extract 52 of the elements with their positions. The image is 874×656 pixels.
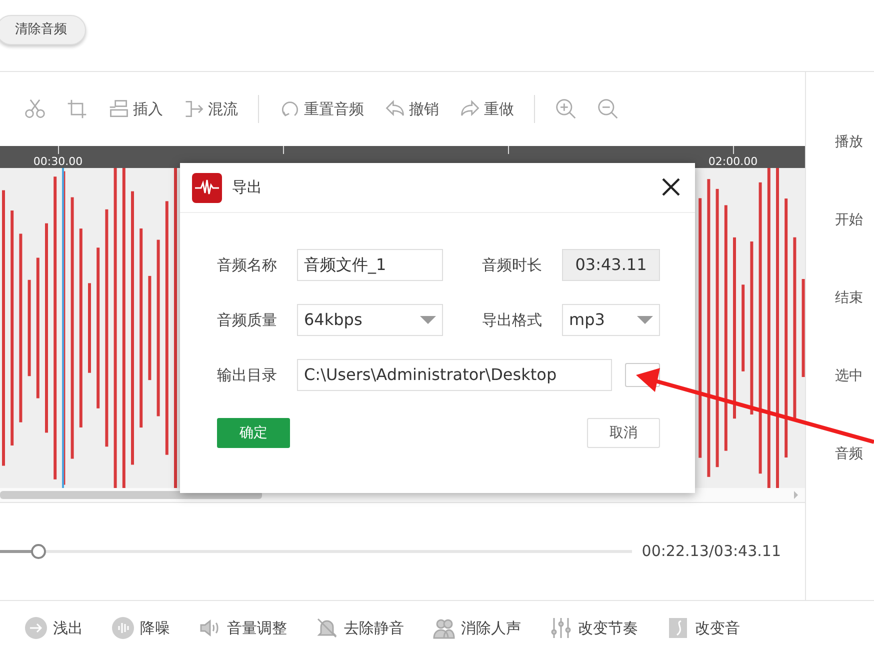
dropdown[interactable]: 64kbps — [297, 304, 443, 336]
pitch-icon — [666, 616, 690, 640]
field-label: 选中 — [835, 367, 863, 386]
field-label: 音频时长 — [482, 254, 543, 276]
field-label: 结束 — [835, 289, 863, 308]
undo-button[interactable]: 撤销 — [384, 98, 439, 120]
dropdown[interactable]: mp3 — [562, 304, 660, 336]
scrollbar-thumb[interactable] — [0, 491, 262, 499]
silence-button[interactable]: 去除静音 — [315, 616, 404, 640]
caret-icon — [420, 316, 436, 324]
zoom-in-icon[interactable] — [555, 98, 577, 120]
field-label: 音频质量 — [217, 310, 278, 331]
redo-button[interactable]: 重做 — [459, 98, 514, 120]
arrow-circle-icon — [24, 616, 48, 640]
clear-audio-button[interactable]: 清除音频 — [0, 15, 86, 44]
playback-time: 00:22.13/03:43.11 — [642, 541, 781, 562]
volume-button[interactable]: 音量调整 — [198, 616, 287, 640]
muted-bell-icon — [315, 616, 339, 640]
folder-path-field[interactable]: C:\Users\Administrator\Desktop — [297, 359, 612, 391]
sliders-icon — [549, 616, 573, 640]
zoom-out-icon[interactable] — [597, 98, 619, 120]
field-label: 导出格式 — [482, 310, 543, 331]
pitch-button[interactable]: 改变音 — [666, 616, 740, 640]
app-logo-icon — [192, 172, 222, 202]
time-label: 00:30.00 — [33, 154, 83, 170]
scroll-right-icon[interactable] — [793, 488, 799, 502]
reset-button[interactable]: 重置音频 — [279, 98, 364, 120]
merge-arrow-icon — [183, 98, 205, 120]
cancel-button[interactable]: 取消 — [587, 418, 660, 448]
dialog-title: 导出 — [232, 177, 262, 198]
slider-thumb[interactable] — [30, 544, 46, 559]
caret-icon — [637, 316, 653, 324]
mix-button[interactable]: 混流 — [183, 98, 238, 120]
crop-icon[interactable] — [66, 98, 88, 120]
insert-icon — [108, 98, 130, 120]
field-label: 音频名称 — [217, 254, 278, 276]
field-label: 音频 — [835, 445, 863, 464]
close-button[interactable] — [661, 177, 681, 198]
vocal-button[interactable]: 消除人声 — [432, 616, 521, 640]
field-label: 开始 — [835, 211, 863, 230]
insert-button[interactable]: 插入 — [108, 98, 163, 120]
sound-wave-circle-icon — [111, 616, 135, 640]
field-label: 输出目录 — [217, 364, 278, 386]
field-label: 播放 — [835, 133, 863, 152]
time-label: 02:00.00 — [708, 154, 758, 170]
fade-out-button[interactable]: 浅出 — [24, 616, 83, 640]
denoise-button[interactable]: 降噪 — [111, 616, 170, 640]
confirm-button[interactable]: 确定 — [217, 418, 290, 448]
scissors-icon[interactable] — [24, 98, 46, 120]
duration-field: 03:43.11 — [562, 249, 660, 281]
name-field[interactable]: 音频文件_1 — [297, 249, 443, 281]
tempo-button[interactable]: 改变节奏 — [549, 616, 638, 640]
